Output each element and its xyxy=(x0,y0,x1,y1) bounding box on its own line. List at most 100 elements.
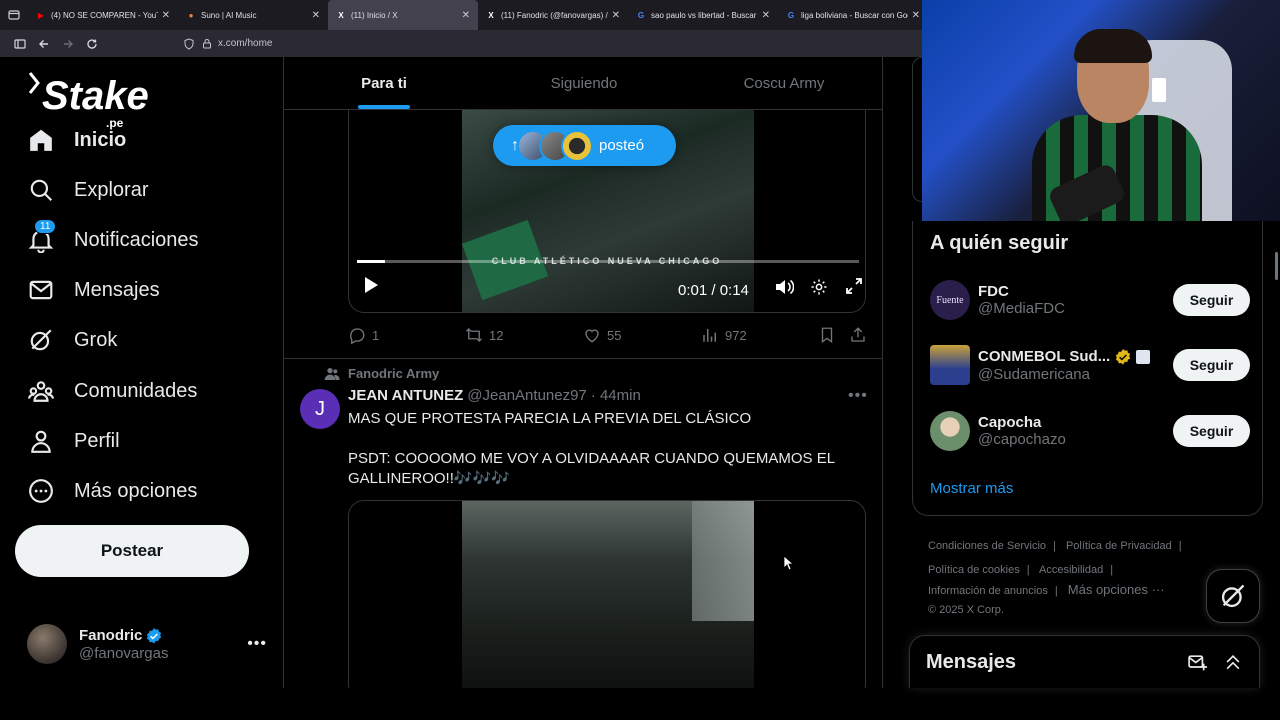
nav-item-notificaciones[interactable]: 11 Notificaciones xyxy=(28,219,199,257)
forward-icon[interactable] xyxy=(56,32,80,56)
suggestion-item[interactable]: CONMEBOL Sud... @Sudamericana Seguir xyxy=(930,343,1250,387)
community-name: Fanodric Army xyxy=(348,366,440,381)
nav-label: Perfil xyxy=(74,429,120,452)
nav-label: Comunidades xyxy=(74,379,198,402)
tab-list-icon[interactable] xyxy=(0,0,28,30)
tab-favicon-icon: ● xyxy=(188,10,194,20)
play-icon[interactable] xyxy=(363,276,379,299)
search-box-edge[interactable] xyxy=(912,57,922,202)
browser-tab[interactable]: ▶ (4) NO SE COMPAREN - YouTube ✕ xyxy=(28,0,178,30)
volume-icon[interactable] xyxy=(774,278,795,301)
nav-label: Mensajes xyxy=(74,278,160,301)
address-bar[interactable]: x.com/home xyxy=(184,37,272,50)
footer-link[interactable]: Información de anuncios xyxy=(928,585,1048,597)
views-button[interactable]: 972 xyxy=(701,326,747,344)
avatar[interactable]: J xyxy=(300,389,340,429)
suggestion-name: CONMEBOL Sud... xyxy=(978,348,1111,365)
video-time: 0:01 / 0:14 xyxy=(678,282,749,299)
settings-gear-icon[interactable] xyxy=(810,278,828,301)
messages-title: Mensajes xyxy=(926,650,1017,673)
nav-item-comunidades[interactable]: Comunidades xyxy=(28,374,197,408)
avatar xyxy=(561,129,593,162)
nav-label: Más opciones xyxy=(74,479,198,502)
sidebar-toggle-icon[interactable] xyxy=(8,32,32,56)
suggestion-handle: @Sudamericana xyxy=(978,365,1090,383)
tab-favicon-icon: X xyxy=(338,10,344,20)
logo-wordmark: Stake xyxy=(42,74,149,118)
messages-drawer[interactable]: Mensajes xyxy=(909,635,1260,688)
nav-label: Notificaciones xyxy=(74,228,199,251)
reload-icon[interactable] xyxy=(80,32,104,56)
more-icon[interactable]: ••• xyxy=(247,635,267,653)
close-icon[interactable]: ✕ xyxy=(462,10,470,21)
tab-label: Coscu Army xyxy=(743,74,825,92)
grok-floating-button[interactable] xyxy=(1206,569,1260,623)
follow-button[interactable]: Seguir xyxy=(1173,349,1250,381)
community-context[interactable]: Fanodric Army xyxy=(324,366,439,381)
new-posts-pill[interactable]: ↑ posteó xyxy=(493,125,676,166)
shield-icon xyxy=(184,37,194,50)
tweet-line: MAS QUE PROTESTA PARECIA LA PREVIA DEL C… xyxy=(348,410,752,427)
suggestion-item[interactable]: Fuente FDC @MediaFDC Seguir xyxy=(930,278,1250,322)
tab-coscu-army[interactable]: Coscu Army xyxy=(684,57,882,109)
repost-button[interactable]: 12 xyxy=(465,326,503,344)
nav-label: Grok xyxy=(74,328,118,351)
share-icon[interactable] xyxy=(849,326,873,344)
nav-item-inicio[interactable]: Inicio xyxy=(28,123,126,157)
tab-para-ti[interactable]: Para ti xyxy=(284,57,484,109)
follow-button[interactable]: Seguir xyxy=(1173,415,1250,447)
fullscreen-icon[interactable] xyxy=(846,278,862,299)
show-more-link[interactable]: Mostrar más xyxy=(930,480,1013,497)
tab-favicon-icon: G xyxy=(787,10,795,20)
nav-item-grok[interactable]: Grok xyxy=(28,323,117,357)
tweet-author-name[interactable]: JEAN ANTUNEZ xyxy=(348,387,463,404)
footer-link[interactable]: Accesibilidad xyxy=(1039,564,1103,576)
new-message-icon[interactable] xyxy=(1187,652,1207,672)
lock-icon xyxy=(203,39,211,49)
tweet-actions: 1 12 55 972 xyxy=(348,323,866,347)
footer-link[interactable]: Condiciones de Servicio xyxy=(928,540,1046,552)
close-icon[interactable]: ✕ xyxy=(612,10,620,21)
footer-more[interactable]: Más opciones ··· xyxy=(1068,582,1165,597)
footer-link[interactable]: Política de cookies xyxy=(928,564,1020,576)
browser-tab[interactable]: X (11) Fanodric (@fanovargas) / X ✕ xyxy=(478,0,628,30)
chevron-up-double-icon[interactable] xyxy=(1223,652,1243,672)
stake-logo[interactable]: Stake .pe xyxy=(28,71,158,130)
nav-label: Explorar xyxy=(74,178,149,201)
avatar: Fuente xyxy=(930,280,970,320)
back-icon[interactable] xyxy=(32,32,56,56)
repost-count: 12 xyxy=(489,327,504,343)
reply-button[interactable]: 1 xyxy=(348,326,379,344)
follow-button[interactable]: Seguir xyxy=(1173,284,1250,316)
nav-item-mas-opciones[interactable]: Más opciones xyxy=(28,474,197,508)
tweet-time[interactable]: · 44min xyxy=(591,387,641,404)
nav-item-perfil[interactable]: Perfil xyxy=(28,424,120,458)
post-button[interactable]: Postear xyxy=(15,525,249,577)
suggestion-item[interactable]: Capocha @capochazo Seguir xyxy=(930,409,1250,453)
tweet-author-handle[interactable]: @JeanAntunez97 xyxy=(467,387,586,404)
account-switcher[interactable]: Fanodric @fanovargas ••• xyxy=(27,622,267,666)
close-icon[interactable]: ✕ xyxy=(162,10,170,21)
more-icon[interactable]: ••• xyxy=(848,387,868,405)
footer-link[interactable]: Política de Privacidad xyxy=(1066,540,1172,552)
like-button[interactable]: 55 xyxy=(583,326,621,344)
heart-icon xyxy=(585,329,599,343)
bookmark-icon[interactable] xyxy=(818,326,842,344)
tab-siguiendo[interactable]: Siguiendo xyxy=(484,57,684,109)
grok-icon xyxy=(1221,584,1245,608)
browser-tab[interactable]: ● Suno | AI Music ✕ xyxy=(178,0,328,30)
browser-tab[interactable]: X (11) Inicio / X ✕ xyxy=(328,0,478,30)
close-icon[interactable]: ✕ xyxy=(312,10,320,21)
browser-tab[interactable]: Gsao paulo vs libertad - Buscar con Goog… xyxy=(628,0,778,30)
tab-title: (4) NO SE COMPAREN - YouTube xyxy=(51,10,158,20)
scrollbar-thumb[interactable] xyxy=(1275,252,1278,280)
suggestion-handle: @MediaFDC xyxy=(978,300,1065,317)
close-icon[interactable]: ✕ xyxy=(912,10,920,21)
close-icon[interactable]: ✕ xyxy=(762,10,770,21)
video-progress-bar[interactable] xyxy=(357,260,859,263)
tweet-header: JEAN ANTUNEZ @JeanAntunez97 · 44min xyxy=(348,387,641,404)
tweet-media[interactable] xyxy=(348,500,866,688)
nav-item-explorar[interactable]: Explorar xyxy=(28,173,148,207)
nav-item-mensajes[interactable]: Mensajes xyxy=(28,273,160,307)
browser-tab[interactable]: Gliga boliviana - Buscar con Google ✕ xyxy=(778,0,928,30)
